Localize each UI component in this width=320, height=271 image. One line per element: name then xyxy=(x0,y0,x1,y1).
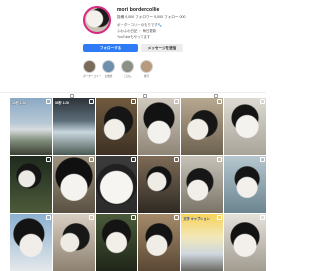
post-thumbnail[interactable] xyxy=(95,156,138,213)
highlight-item[interactable]: お散歩 xyxy=(102,60,115,78)
post-thumbnail[interactable] xyxy=(138,156,181,213)
story-highlights: ボーダーコリー お散歩 ごはん 旅行 xyxy=(83,60,173,84)
highlight-label: ごはん xyxy=(123,75,132,78)
highlight-label: 旅行 xyxy=(143,75,150,78)
profile-username: mori bordercollie xyxy=(117,7,160,13)
reel-icon xyxy=(131,99,137,104)
post-thumbnail[interactable]: 30秒 1:28 xyxy=(52,98,95,155)
post-thumbnail[interactable] xyxy=(138,214,181,271)
reel-icon xyxy=(174,157,180,162)
post-caption-overlay: 30秒 1:28 xyxy=(54,101,69,105)
profile-header: mori bordercollie 投稿 0,000 フォロワー 0,000 フ… xyxy=(0,0,266,92)
post-thumbnail[interactable] xyxy=(10,156,52,213)
post-thumbnail[interactable] xyxy=(138,98,181,155)
reel-icon xyxy=(45,99,51,104)
post-thumbnail[interactable] xyxy=(52,214,95,271)
follow-button[interactable]: フォローする xyxy=(83,44,138,52)
highlight-item[interactable]: 旅行 xyxy=(140,60,153,78)
profile-bio-line: ふわふわ日記 ・ 毎日更新 xyxy=(117,29,157,33)
reel-icon xyxy=(217,157,223,162)
highlight-label: お散歩 xyxy=(104,75,113,78)
post-thumbnail[interactable]: 30秒 1:28 xyxy=(10,98,52,155)
reel-icon xyxy=(259,99,265,104)
post-grid: 30秒 1:28 30秒 1:28 文字 キャプション xyxy=(10,98,266,271)
post-thumbnail[interactable] xyxy=(224,156,266,213)
reel-icon xyxy=(88,99,94,104)
reel-icon xyxy=(259,215,265,220)
highlight-label: ボーダーコリー xyxy=(83,75,102,78)
post-thumbnail[interactable]: 文字 キャプション xyxy=(181,214,224,271)
post-caption-overlay: 文字 キャプション xyxy=(183,217,210,221)
reel-icon xyxy=(174,99,180,104)
reel-icon xyxy=(259,157,265,162)
highlight-item[interactable]: ボーダーコリー xyxy=(83,60,102,78)
post-thumbnail[interactable] xyxy=(181,156,224,213)
post-thumbnail[interactable] xyxy=(10,214,52,271)
post-thumbnail[interactable] xyxy=(181,98,224,155)
post-thumbnail[interactable] xyxy=(224,98,266,155)
reel-icon xyxy=(88,215,94,220)
profile-stats: 投稿 0,000 フォロワー 0,000 フォロー 000 xyxy=(117,15,186,19)
post-thumbnail[interactable] xyxy=(95,214,138,271)
highlight-cover xyxy=(102,60,115,73)
reel-icon xyxy=(131,157,137,162)
reel-icon xyxy=(131,215,137,220)
post-thumbnail[interactable] xyxy=(52,156,95,213)
reel-icon xyxy=(217,215,223,220)
post-thumbnail[interactable] xyxy=(95,98,138,155)
profile-bio-line: YouTubeもやってます xyxy=(117,35,151,39)
highlight-cover xyxy=(83,60,96,73)
reel-icon xyxy=(45,157,51,162)
reel-icon xyxy=(174,215,180,220)
highlight-cover xyxy=(140,60,153,73)
reel-icon xyxy=(88,157,94,162)
reel-icon xyxy=(217,99,223,104)
highlight-cover xyxy=(121,60,134,73)
profile-bio-line: ボーダーコリーのもりです🐾 xyxy=(117,23,162,27)
highlight-item[interactable]: ごはん xyxy=(121,60,134,78)
profile-avatar[interactable] xyxy=(83,6,111,34)
post-thumbnail[interactable] xyxy=(224,214,266,271)
reel-icon xyxy=(45,215,51,220)
post-caption-overlay: 30秒 1:28 xyxy=(12,101,26,105)
message-button[interactable]: メッセージを送信 xyxy=(141,44,183,52)
